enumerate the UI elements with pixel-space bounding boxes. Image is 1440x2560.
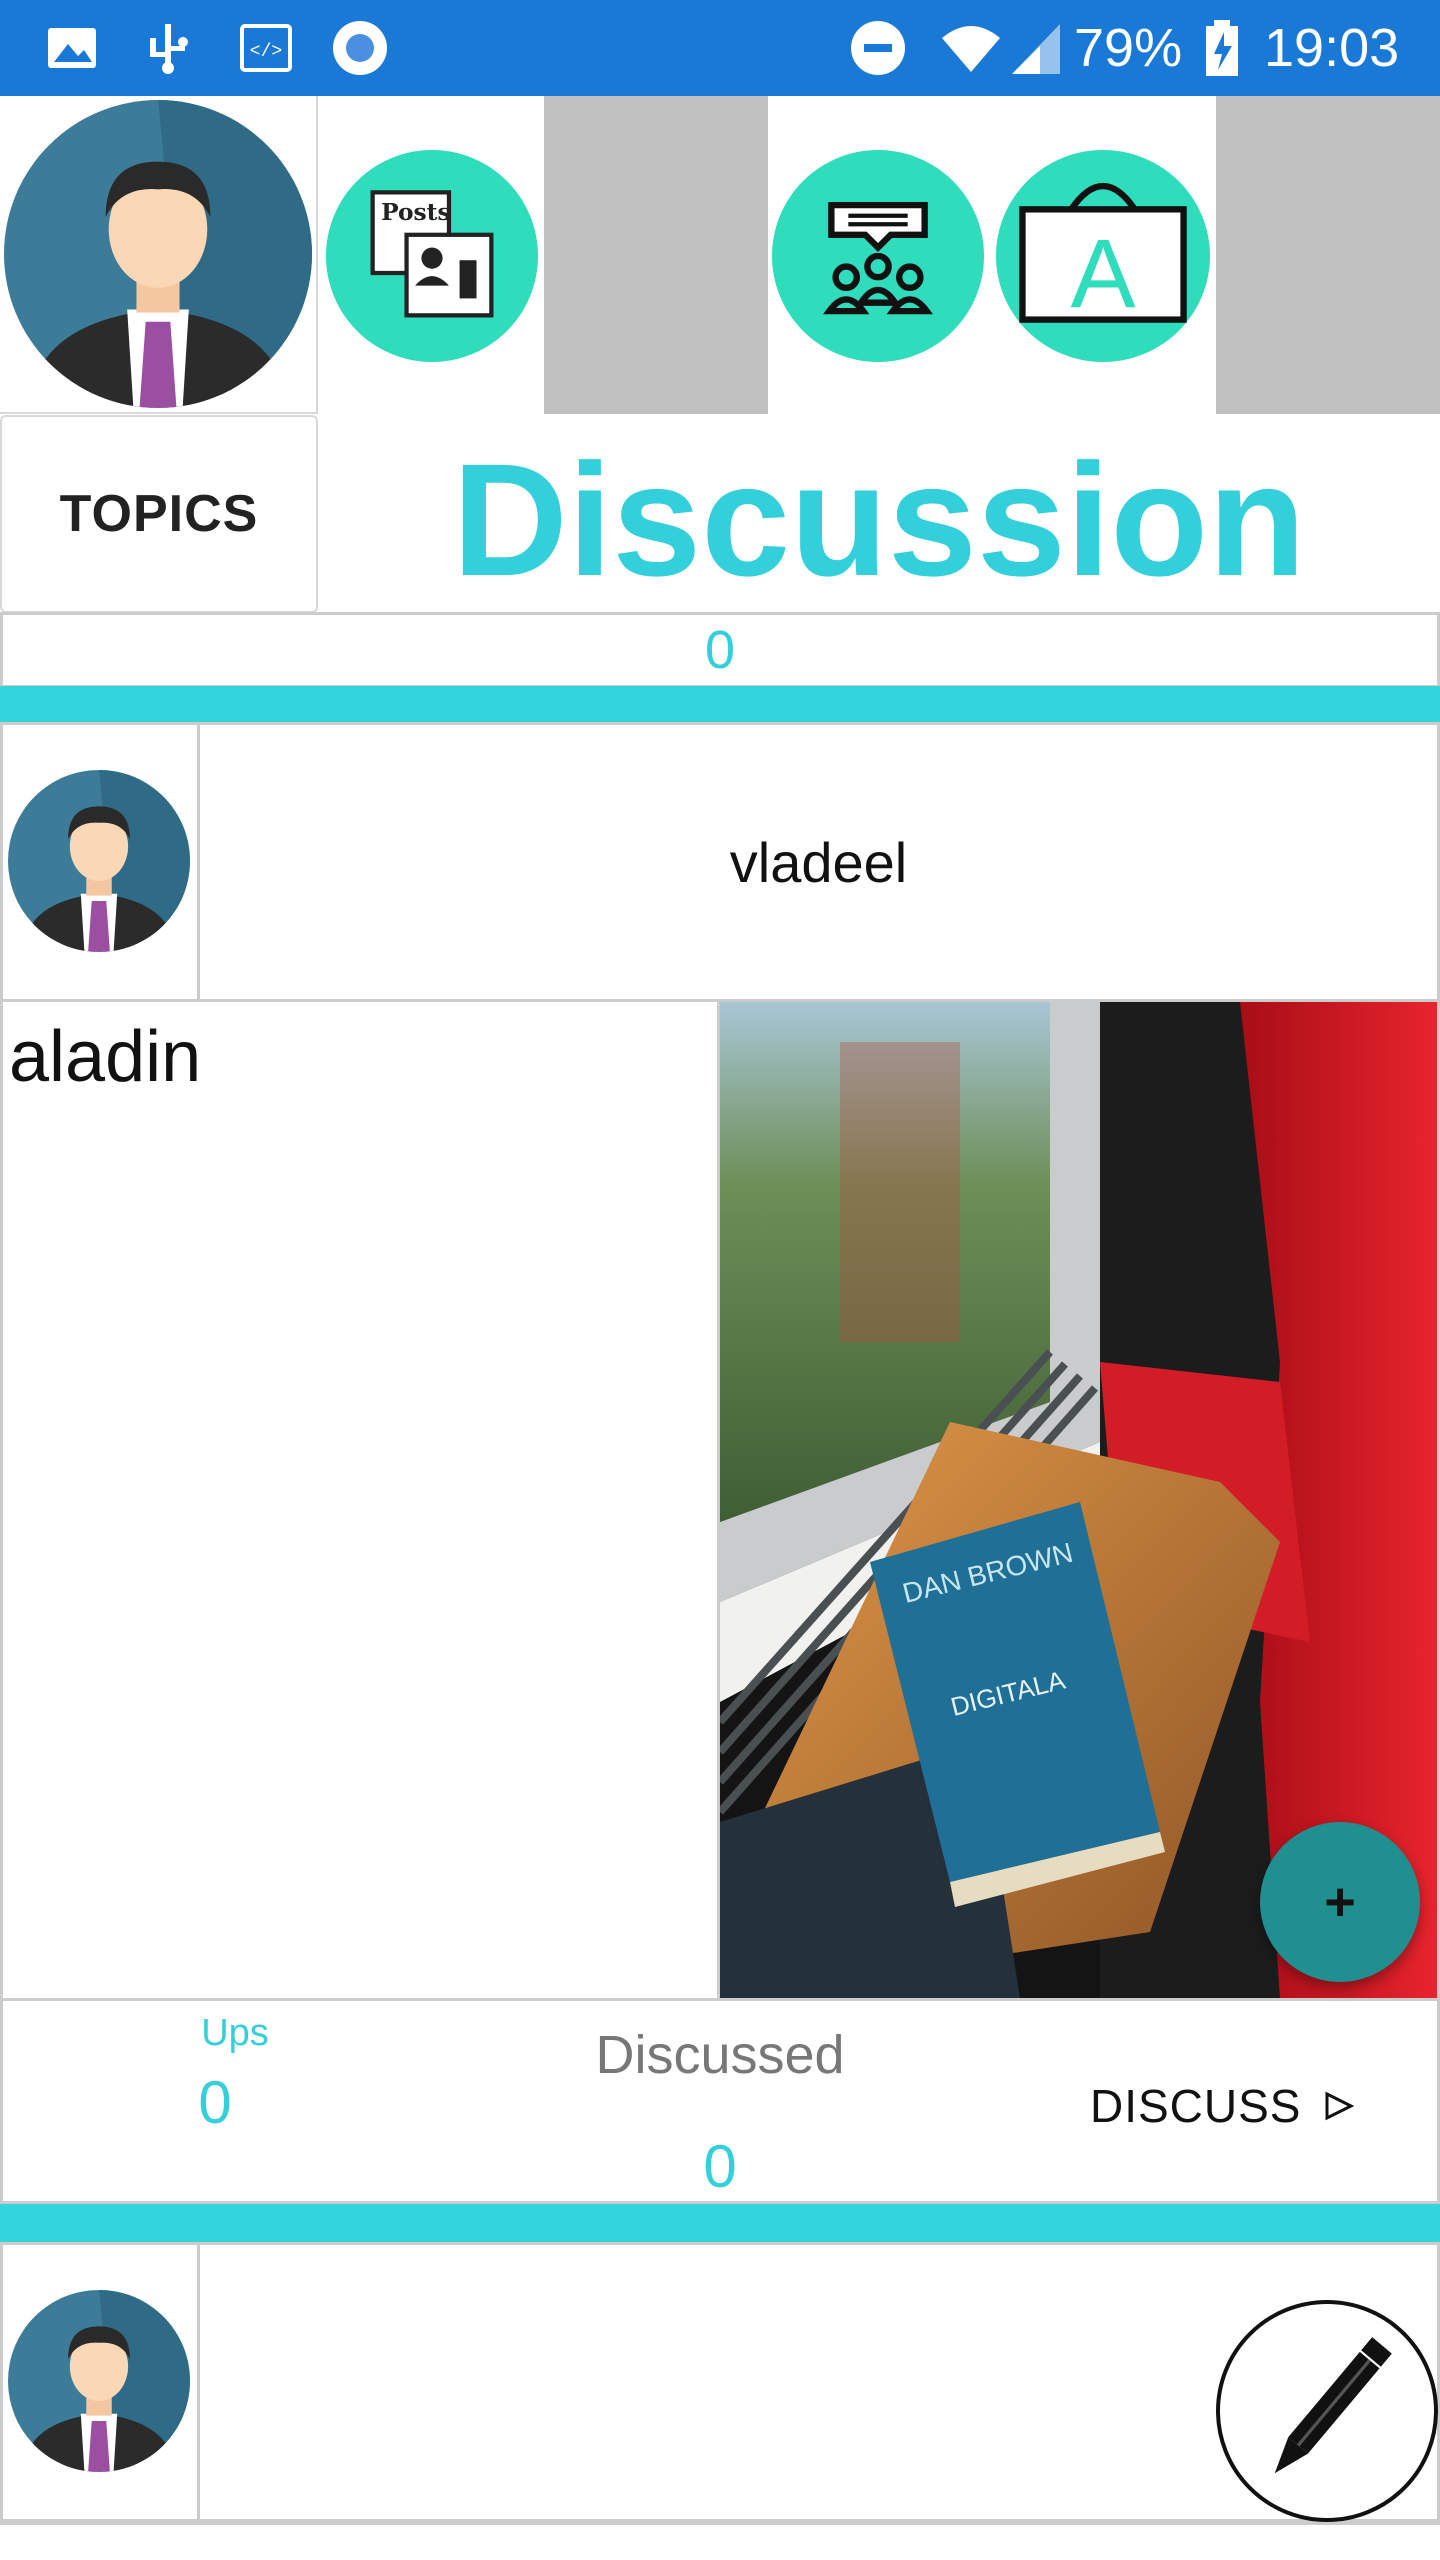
usb-icon: [150, 24, 188, 74]
clock: 19:03: [1264, 18, 1400, 78]
battery-charging-icon: [1206, 20, 1238, 76]
post-text-cell: aladin: [0, 999, 720, 2001]
compose-button[interactable]: [1216, 2300, 1438, 2522]
code-icon: </>: [240, 24, 292, 72]
image-icon: [48, 28, 96, 68]
author-avatar[interactable]: [8, 2290, 190, 2472]
svg-text:</>: </>: [250, 42, 282, 62]
ups-value[interactable]: 0: [120, 2068, 310, 2137]
placeholder-tile: [544, 96, 768, 414]
divider-bar: [0, 2204, 1440, 2242]
signal-icon: [1012, 24, 1060, 74]
topics-button[interactable]: TOPICS: [0, 415, 318, 613]
post-username[interactable]: vladeel: [197, 722, 1440, 1002]
businessman-icon: [8, 2290, 190, 2472]
svg-text:Posts: Posts: [381, 199, 450, 226]
author-avatar[interactable]: [8, 770, 190, 952]
posts-icon: Posts: [370, 190, 494, 318]
wifi-icon: [942, 26, 1000, 72]
post-title: aladin: [9, 1017, 202, 1097]
record-icon: [333, 21, 387, 75]
svg-text:A: A: [1070, 219, 1135, 328]
community-button[interactable]: [772, 150, 984, 362]
pencil-icon: [1274, 2337, 1392, 2474]
alphabet-board-icon: A: [1019, 182, 1187, 328]
add-button[interactable]: +: [1260, 1822, 1420, 1982]
businessman-icon: [8, 770, 190, 952]
topic-count-box: 0: [0, 612, 1440, 688]
discussed-value: 0: [703, 2133, 737, 2200]
page-title: Discussion: [452, 430, 1306, 609]
ups-label: Ups: [201, 2012, 269, 2054]
discuss-label: DISCUSS: [1090, 2080, 1302, 2132]
dnd-icon: [851, 21, 905, 75]
placeholder-tile: [1216, 96, 1440, 414]
status-bar: </> 79% 19:03: [0, 0, 1440, 96]
discussed-label: Discussed: [595, 2025, 845, 2085]
discuss-button[interactable]: DISCUSS: [1090, 2074, 1390, 2138]
alphabet-button[interactable]: A: [996, 150, 1210, 362]
posts-button[interactable]: Posts: [326, 150, 538, 362]
profile-avatar[interactable]: [4, 100, 312, 408]
play-outline-icon: [1325, 2091, 1355, 2121]
community-icon: [822, 201, 934, 315]
businessman-icon: [4, 100, 312, 408]
divider-bar: [0, 686, 1440, 722]
battery-percent: 79%: [1074, 18, 1183, 78]
next-row: [0, 2522, 1440, 2560]
topic-count: 0: [704, 620, 736, 680]
